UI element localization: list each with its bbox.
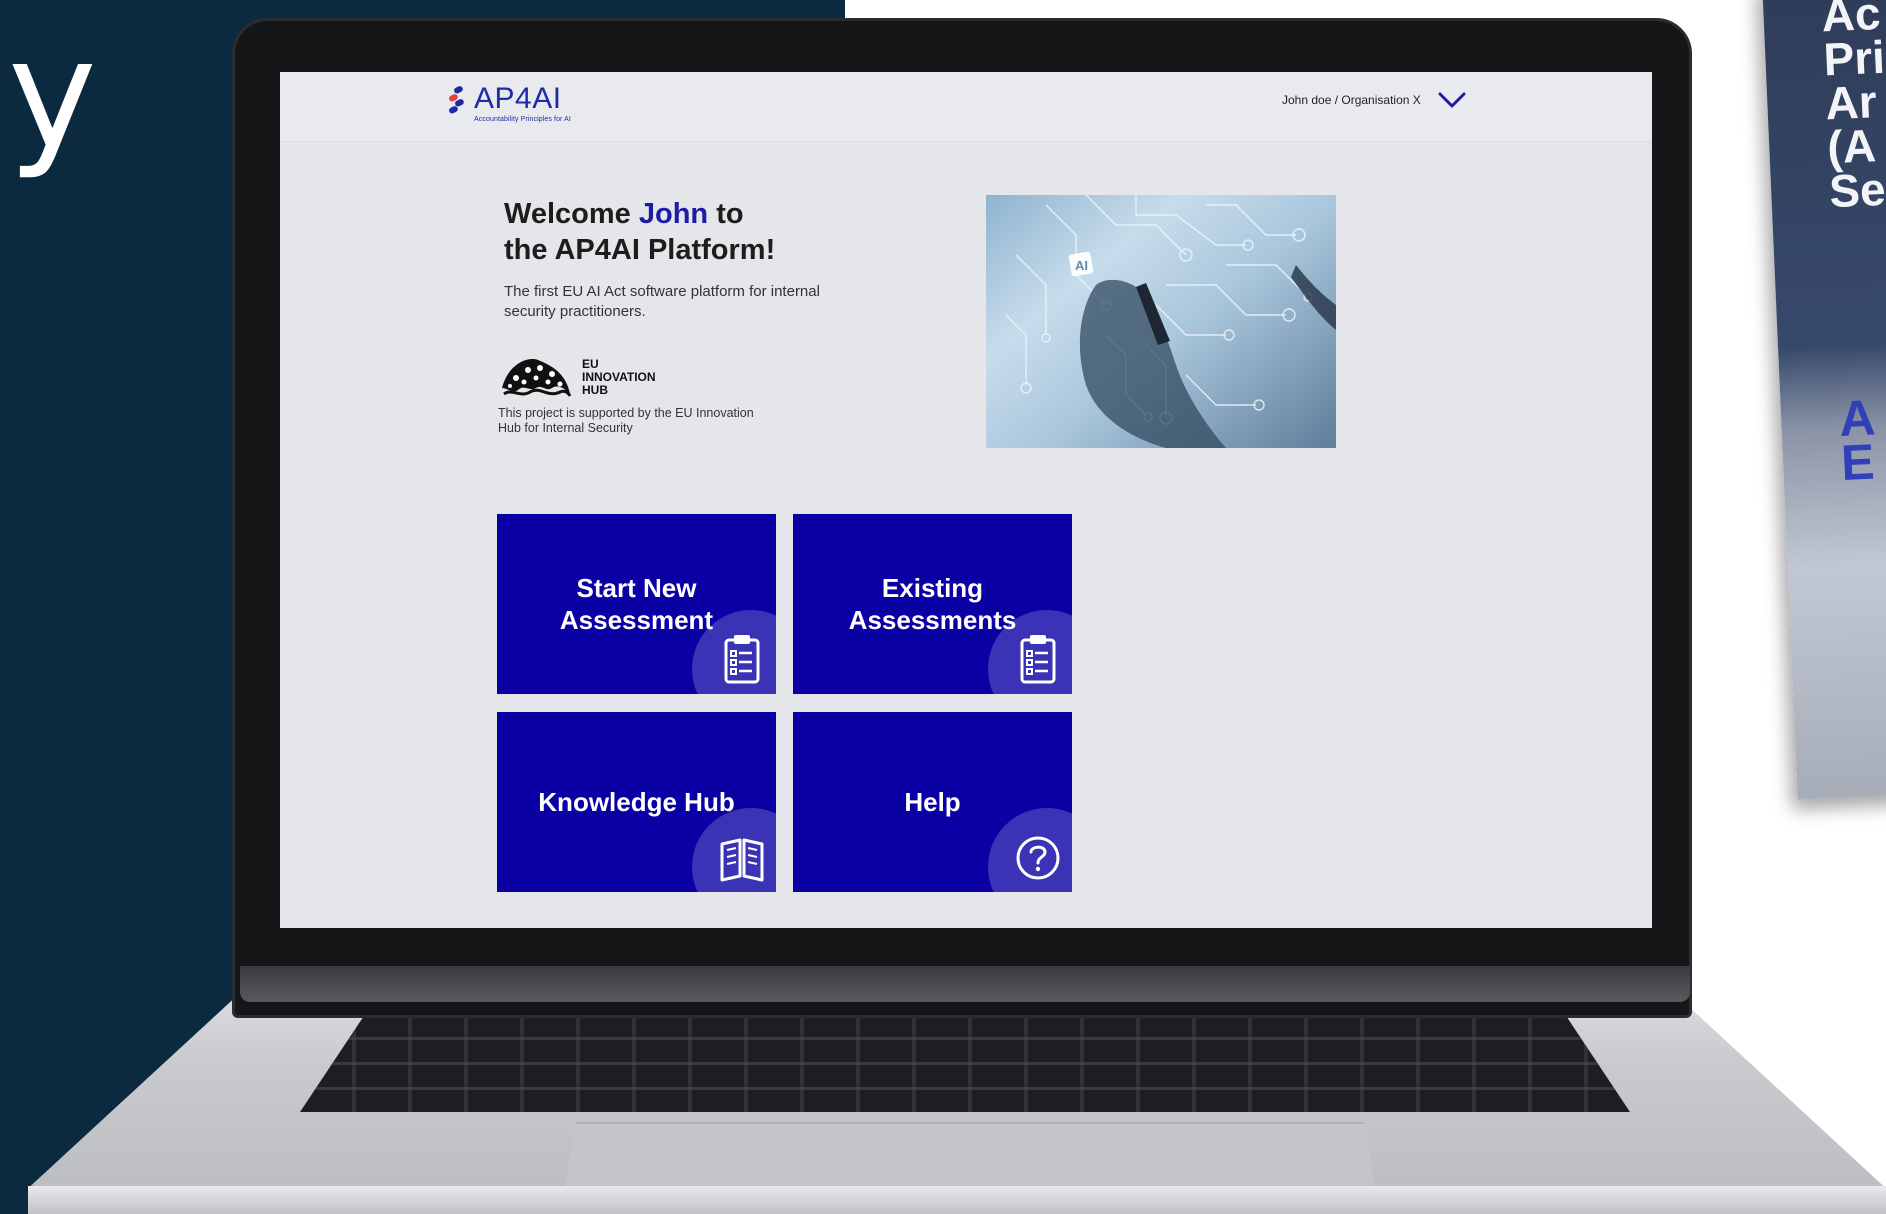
hero-image: AI bbox=[986, 195, 1336, 448]
user-menu[interactable]: John doe / Organisation X bbox=[1282, 90, 1467, 110]
circuit-hand-illustration: AI bbox=[1005, 195, 1336, 448]
background-glyph: y bbox=[8, 8, 97, 182]
user-menu-label: John doe / Organisation X bbox=[1282, 93, 1421, 107]
innovation-hub-mark-icon bbox=[502, 359, 572, 397]
question-circle-icon bbox=[1016, 836, 1060, 880]
hub-name-line: HUB bbox=[582, 382, 608, 397]
welcome-suffix: to bbox=[708, 198, 744, 230]
welcome-line-2: the AP4AI Platform! bbox=[504, 234, 776, 266]
app-logo[interactable]: AP4AI Accountability Principles for AI bbox=[446, 84, 571, 123]
welcome-heading: Welcome John to the AP4AI Platform! bbox=[504, 196, 844, 268]
help-button[interactable]: Help bbox=[793, 712, 1072, 892]
hub-name-line: INNOVATION bbox=[582, 369, 656, 384]
tile-label: Existing bbox=[881, 573, 984, 603]
chevron-down-icon[interactable] bbox=[1437, 90, 1467, 110]
brochure-line: E bbox=[1839, 433, 1876, 491]
laptop-base-edge bbox=[28, 1186, 1886, 1214]
welcome-user-name: John bbox=[638, 198, 709, 230]
tile-label: Start New bbox=[576, 573, 697, 603]
welcome-prefix: Welcome bbox=[504, 198, 639, 230]
open-book-icon bbox=[720, 838, 764, 882]
app-header: AP4AI Accountability Principles for AI J… bbox=[280, 72, 1652, 142]
logo-mark-icon bbox=[449, 86, 464, 114]
logo-text: AP4AI bbox=[474, 82, 562, 115]
laptop-screen: AP4AI Accountability Principles for AI J… bbox=[280, 72, 1652, 928]
existing-assessments-button[interactable]: Existing Assessments bbox=[793, 514, 1072, 694]
innovation-hub-name: EU INNOVATION HUB bbox=[582, 356, 656, 397]
brochure-line: Se bbox=[1828, 162, 1886, 218]
hub-name-line: EU bbox=[582, 356, 599, 371]
clipboard-icon bbox=[1020, 635, 1056, 684]
laptop-keyboard-rows bbox=[300, 1012, 1630, 1112]
hero-image-ai-label: AI bbox=[1075, 258, 1088, 273]
clipboard-icon bbox=[724, 635, 760, 684]
eu-innovation-hub-logo: EU INNOVATION HUB bbox=[498, 354, 656, 400]
start-new-assessment-button[interactable]: Start New Assessment bbox=[497, 514, 776, 694]
platform-subtitle: The first EU AI Act software platform fo… bbox=[504, 283, 820, 320]
logo-tagline: Accountability Principles for AI bbox=[474, 116, 571, 123]
laptop-hinge bbox=[240, 966, 1690, 1002]
knowledge-hub-button[interactable]: Knowledge Hub bbox=[497, 712, 776, 892]
partner-caption: This project is supported by the EU Inno… bbox=[498, 406, 754, 435]
